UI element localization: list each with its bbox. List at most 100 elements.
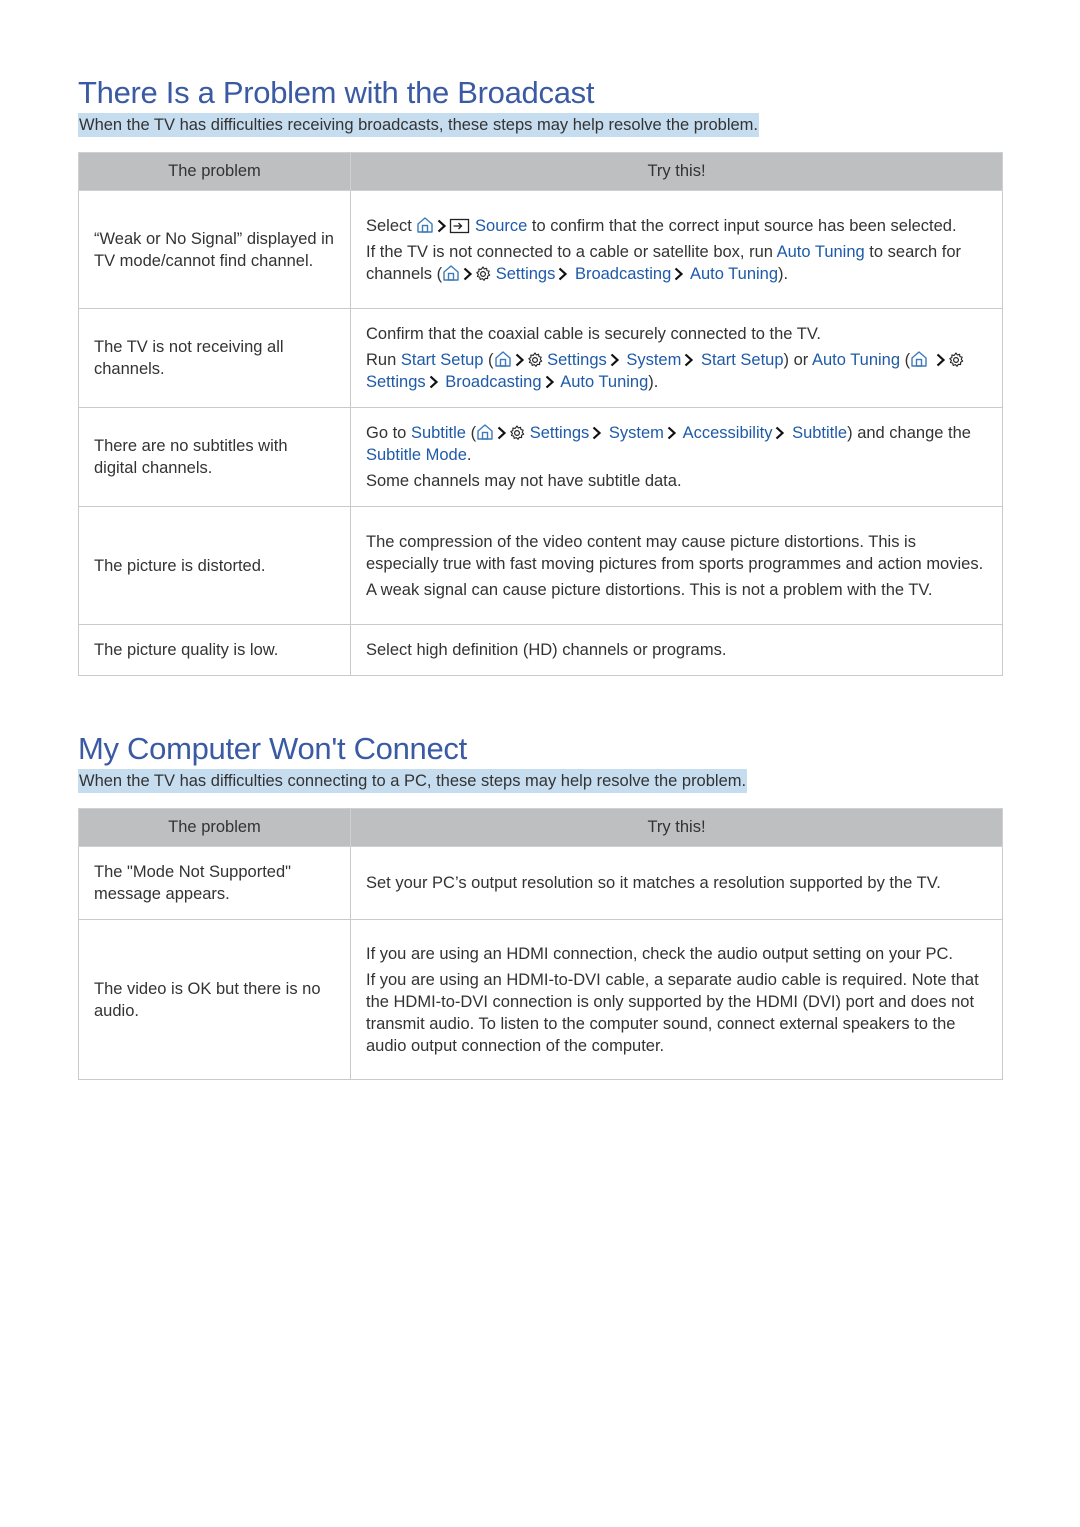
chevron-right-icon [463,267,472,281]
problem-cell: The picture quality is low. [78,624,351,676]
solution-paragraph: If you are using an HDMI connection, che… [366,944,954,963]
home-icon [910,350,928,368]
text: If the TV is not connected to a cable or… [366,242,773,261]
chevron-right-icon [429,375,438,389]
solution-paragraph: If the TV is not connected to a cable or… [366,241,987,285]
start-setup-link[interactable]: Start Setup [401,351,484,369]
solution-paragraph: Run Start Setup ( Settings System Start … [366,349,987,393]
broadcasting-link[interactable]: Broadcasting [445,373,541,391]
chevron-right-icon [936,353,945,367]
text: Go to [366,424,407,442]
solution-paragraph: Set your PC’s output resolution so it ma… [366,874,941,892]
chevron-right-icon [667,426,676,440]
auto-tuning-link[interactable]: Auto Tuning [560,373,648,391]
settings-link[interactable]: Settings [366,373,426,391]
table-row: The TV is not receiving all channels. Co… [78,308,1003,408]
chevron-right-icon [684,353,693,367]
broadcasting-link[interactable]: Broadcasting [575,265,671,283]
table-header-row: The problem Try this! [78,152,1003,191]
chevron-right-icon [515,353,524,367]
auto-tuning-link[interactable]: Auto Tuning [812,351,900,369]
solution-cell: Set your PC’s output resolution so it ma… [350,846,1003,920]
solution-paragraph: Select Source to confirm that the correc… [366,215,987,237]
table-row: The picture quality is low. Select high … [78,624,1003,676]
header-problem: The problem [78,808,351,847]
troubleshooting-table: The problem Try this! “Weak or No Signal… [78,152,1003,676]
solution-paragraph: If you are using an HDMI-to-DVI cable, a… [366,970,979,1055]
header-try-this: Try this! [350,152,1003,191]
solution-cell: If you are using an HDMI connection, che… [350,919,1003,1080]
solution-paragraph: A weak signal can cause picture distorti… [366,580,933,599]
solution-cell: Go to Subtitle ( Settings System Accessi… [350,407,1003,507]
gear-icon [509,425,525,441]
solution-paragraph: Select high definition (HD) channels or … [366,641,727,659]
chevron-right-icon [610,353,619,367]
solution-cell: Select high definition (HD) channels or … [350,624,1003,676]
text: Run [366,351,397,369]
text: Select [366,216,412,235]
solution-paragraph: The compression of the video content may… [366,532,984,573]
section-intro: When the TV has difficulties receiving b… [78,113,759,137]
solution-paragraph: Confirm that the coaxial cable is secure… [366,325,821,343]
problem-cell: “Weak or No Signal” displayed in TV mode… [78,190,351,309]
subtitle-link[interactable]: Subtitle [411,424,466,442]
settings-link[interactable]: Settings [547,351,607,369]
section-title: My Computer Won't Connect [78,731,467,766]
settings-link[interactable]: Settings [530,424,590,442]
header-try-this: Try this! [350,808,1003,847]
table-row: There are no subtitles with digital chan… [78,407,1003,507]
solution-paragraph: Some channels may not have subtitle data… [366,472,682,490]
chevron-right-icon [558,267,567,281]
subtitle-mode-link[interactable]: Subtitle Mode [366,446,467,464]
problem-cell: The TV is not receiving all channels. [78,308,351,408]
chevron-right-icon [437,219,446,233]
problem-cell: The "Mode Not Supported" message appears… [78,846,351,920]
system-link[interactable]: System [626,351,681,369]
text: . [466,446,472,464]
gear-icon [527,352,543,368]
chevron-right-icon [545,375,554,389]
home-icon [494,350,512,368]
problem-cell: The picture is distorted. [78,506,351,625]
troubleshooting-table: The problem Try this! The "Mode Not Supp… [78,808,1003,1080]
system-link[interactable]: System [609,424,664,442]
text: to confirm that the correct input source… [531,216,957,235]
chevron-right-icon [674,267,683,281]
chevron-right-icon [592,426,601,440]
header-problem: The problem [78,152,351,191]
section-intro: When the TV has difficulties connecting … [78,769,748,793]
solution-cell: Confirm that the coaxial cable is secure… [350,308,1003,408]
solution-cell: The compression of the video content may… [350,506,1003,625]
home-icon [442,264,460,282]
auto-tuning-link[interactable]: Auto Tuning [690,265,778,283]
text: ) or [783,351,809,369]
table-header-row: The problem Try this! [78,808,1003,847]
section-title: There Is a Problem with the Broadcast [78,75,595,110]
section-broadcast-problem: There Is a Problem with the Broadcast Wh… [78,74,1003,676]
start-setup-link[interactable]: Start Setup [701,351,784,369]
problem-cell: The video is OK but there is no audio. [78,919,351,1080]
table-row: The picture is distorted. The compressio… [78,506,1003,625]
subtitle-link[interactable]: Subtitle [792,424,847,442]
gear-icon [948,352,964,368]
gear-icon [475,266,491,282]
table-row: The video is OK but there is no audio. I… [78,919,1003,1080]
text: ) and change the [847,424,971,442]
home-icon [476,423,494,441]
home-icon [416,216,434,234]
chevron-right-icon [497,426,506,440]
table-row: The "Mode Not Supported" message appears… [78,846,1003,920]
text: ). [778,264,789,283]
solution-paragraph: Go to Subtitle ( Settings System Accessi… [366,422,987,466]
accessibility-link[interactable]: Accessibility [683,424,773,442]
source-icon [449,218,470,234]
text: ). [648,373,659,391]
problem-cell: There are no subtitles with digital chan… [78,407,351,507]
auto-tuning-link[interactable]: Auto Tuning [777,243,865,261]
settings-link[interactable]: Settings [496,265,556,283]
chevron-right-icon [775,426,784,440]
solution-cell: Select Source to confirm that the correc… [350,190,1003,309]
source-link[interactable]: Source [475,217,527,235]
table-row: “Weak or No Signal” displayed in TV mode… [78,190,1003,309]
section-computer-connect: My Computer Won't Connect When the TV ha… [78,730,1003,1080]
